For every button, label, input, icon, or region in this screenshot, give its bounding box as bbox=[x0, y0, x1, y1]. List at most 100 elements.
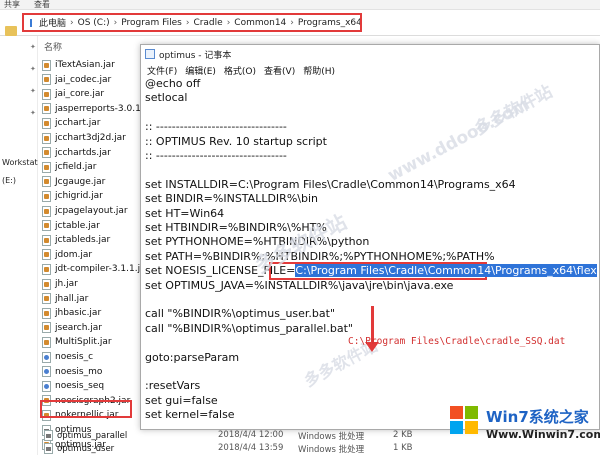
file-row[interactable]: jai_core.jar bbox=[42, 87, 148, 101]
ribbon-tab-view[interactable]: 查看 bbox=[34, 0, 50, 9]
menu-view[interactable]: 查看(V) bbox=[264, 64, 295, 77]
menu-edit[interactable]: 编辑(E) bbox=[185, 64, 216, 77]
jar-file-icon bbox=[42, 59, 51, 71]
license-value-selected[interactable]: C:\Program Files\Cradle\Common14\Program… bbox=[295, 264, 597, 278]
breadcrumb-programs-x64[interactable]: Programs_x64 bbox=[294, 18, 360, 28]
code-line: setlocal bbox=[145, 91, 188, 105]
brand-title: Win7系统之家 bbox=[486, 408, 589, 426]
app-icon bbox=[42, 366, 51, 378]
address-bar-area: 此电脑 › OS (C:) › Program Files › Cradle ›… bbox=[0, 10, 600, 36]
navigation-pane: ✦ ✦ ✦ ✦ Workstat (E:) bbox=[0, 36, 38, 455]
file-name: jcpagelayout.jar bbox=[55, 206, 128, 216]
nav-item-workstation[interactable]: Workstat bbox=[2, 158, 38, 167]
jar-file-icon bbox=[42, 220, 51, 232]
file-name: jhall.jar bbox=[55, 293, 89, 304]
file-name: jcchartds.jar bbox=[55, 147, 111, 158]
brand-logo: Win7系统之家 Www.Winwin7.com bbox=[450, 404, 600, 452]
folder-icon bbox=[5, 26, 17, 36]
file-name: iTextAsian.jar bbox=[55, 60, 115, 70]
batch-file-icon bbox=[44, 430, 53, 441]
pin-icon[interactable]: ✦ bbox=[30, 44, 36, 51]
menu-help[interactable]: 帮助(H) bbox=[303, 64, 335, 77]
file-name: noesis_c bbox=[55, 352, 94, 362]
breadcrumb-program-files[interactable]: Program Files bbox=[117, 18, 186, 28]
file-row[interactable]: noesis_c bbox=[42, 350, 148, 364]
jar-file-icon bbox=[42, 263, 51, 275]
code-line: call "%BINDIR%\optimus_user.bat" bbox=[145, 307, 336, 321]
file-row[interactable]: jsearch.jar bbox=[42, 321, 148, 335]
file-row[interactable]: jcchart3dj2d.jar bbox=[42, 131, 148, 145]
breadcrumb-this-pc[interactable]: 此电脑 bbox=[35, 16, 70, 29]
screenshot: 共享 查看 此电脑 › OS (C:) › Program Files › Cr… bbox=[0, 0, 600, 455]
file-name: optimus_user bbox=[57, 443, 115, 454]
file-row[interactable]: jchigrid.jar bbox=[42, 189, 148, 203]
file-name: jcchart.jar bbox=[55, 118, 101, 129]
file-name: jdom.jar bbox=[55, 249, 93, 260]
code-line: @echo off bbox=[145, 77, 201, 90]
file-row[interactable]: noesis_seq bbox=[42, 379, 148, 393]
file-row[interactable]: iTextAsian.jar bbox=[42, 58, 148, 72]
menu-file[interactable]: 文件(F) bbox=[147, 64, 177, 77]
code-line: :resetVars bbox=[145, 379, 201, 393]
file-row[interactable]: jasperreports-3.0.1 bbox=[42, 102, 148, 116]
code-line: set OPTIMUS_JAVA=%INSTALLDIR%\java\jre\b… bbox=[145, 278, 454, 292]
code-line: set HT=Win64 bbox=[145, 206, 225, 220]
jar-file-icon bbox=[42, 132, 51, 144]
file-name: jctableds.jar bbox=[55, 235, 111, 246]
code-line: call "%BINDIR%\optimus_parallel.bat" bbox=[145, 321, 353, 335]
code-line: :: --------------------------------- bbox=[145, 149, 287, 162]
text-editor[interactable]: @echo off setlocal:: --------------------… bbox=[145, 77, 597, 427]
file-row[interactable]: jcchart.jar bbox=[42, 116, 148, 130]
pin-icon[interactable]: ✦ bbox=[30, 88, 36, 95]
address-bar[interactable]: 此电脑 › OS (C:) › Program Files › Cradle ›… bbox=[22, 13, 362, 32]
breadcrumb-common14[interactable]: Common14 bbox=[230, 18, 290, 28]
file-row[interactable]: jctable.jar bbox=[42, 219, 148, 233]
ribbon-tabs: 共享 查看 bbox=[0, 0, 600, 10]
code-line: set kernel=false bbox=[145, 408, 235, 422]
file-row[interactable]: jhbasic.jar bbox=[42, 306, 148, 320]
pin-icon[interactable]: ✦ bbox=[30, 66, 36, 73]
file-name: jhbasic.jar bbox=[55, 308, 102, 319]
file-row[interactable]: jcfield.jar bbox=[42, 160, 148, 174]
ribbon-tab-share[interactable]: 共享 bbox=[4, 0, 20, 9]
file-name: jasperreports-3.0.1 bbox=[55, 103, 141, 114]
file-row[interactable]: jcchartds.jar bbox=[42, 146, 148, 160]
file-name: jdt-compiler-3.1.1.ja bbox=[55, 264, 146, 275]
file-row[interactable]: jhall.jar bbox=[42, 292, 148, 306]
file-size: 2 KB bbox=[393, 430, 413, 440]
file-row[interactable]: MultiSplit.jar bbox=[42, 335, 148, 349]
file-row[interactable]: jctableds.jar bbox=[42, 233, 148, 247]
window-title: optimus - 记事本 bbox=[159, 50, 232, 61]
file-row[interactable]: Jcgauge.jar bbox=[42, 175, 148, 189]
computer-icon bbox=[30, 18, 32, 27]
file-row[interactable]: jdom.jar bbox=[42, 248, 148, 262]
annotation-text: C:\Program Files\Cradle\cradle_SSQ.dat bbox=[348, 336, 566, 347]
app-icon bbox=[42, 380, 51, 392]
file-date: 2018/4/4 12:00 bbox=[218, 430, 284, 440]
pin-icon[interactable]: ✦ bbox=[30, 110, 36, 117]
breadcrumb-os-c[interactable]: OS (C:) bbox=[74, 18, 114, 28]
breadcrumb-cradle[interactable]: Cradle bbox=[189, 18, 226, 28]
file-row[interactable]: jdt-compiler-3.1.1.ja bbox=[42, 262, 148, 276]
file-name: optimus_parallel bbox=[57, 430, 128, 441]
notepad-titlebar[interactable]: optimus - 记事本 bbox=[141, 45, 599, 63]
jar-file-icon bbox=[42, 190, 51, 202]
jar-file-icon bbox=[42, 205, 51, 217]
column-header-name[interactable]: 名称 bbox=[44, 40, 62, 53]
code-line: :: --------------------------------- bbox=[145, 120, 287, 134]
jar-file-icon bbox=[42, 103, 51, 115]
file-row[interactable]: jai_codec.jar bbox=[42, 73, 148, 87]
file-name: jai_codec.jar bbox=[55, 74, 112, 85]
code-line: goto:parseParam bbox=[145, 350, 240, 364]
file-name: noesis_seq bbox=[55, 381, 105, 392]
jar-file-icon bbox=[42, 176, 51, 188]
menu-format[interactable]: 格式(O) bbox=[224, 64, 256, 77]
file-row[interactable]: jcpagelayout.jar bbox=[42, 204, 148, 218]
file-name: jctable.jar bbox=[55, 220, 100, 231]
nav-item-drive-e[interactable]: (E:) bbox=[2, 176, 16, 185]
license-line: set NOESIS_LICENSE_FILE=C:\Program Files… bbox=[145, 264, 597, 278]
file-row[interactable]: noesis_mo bbox=[42, 365, 148, 379]
jar-file-icon bbox=[42, 147, 51, 159]
file-row[interactable]: jh.jar bbox=[42, 277, 148, 291]
jar-file-icon bbox=[42, 74, 51, 86]
